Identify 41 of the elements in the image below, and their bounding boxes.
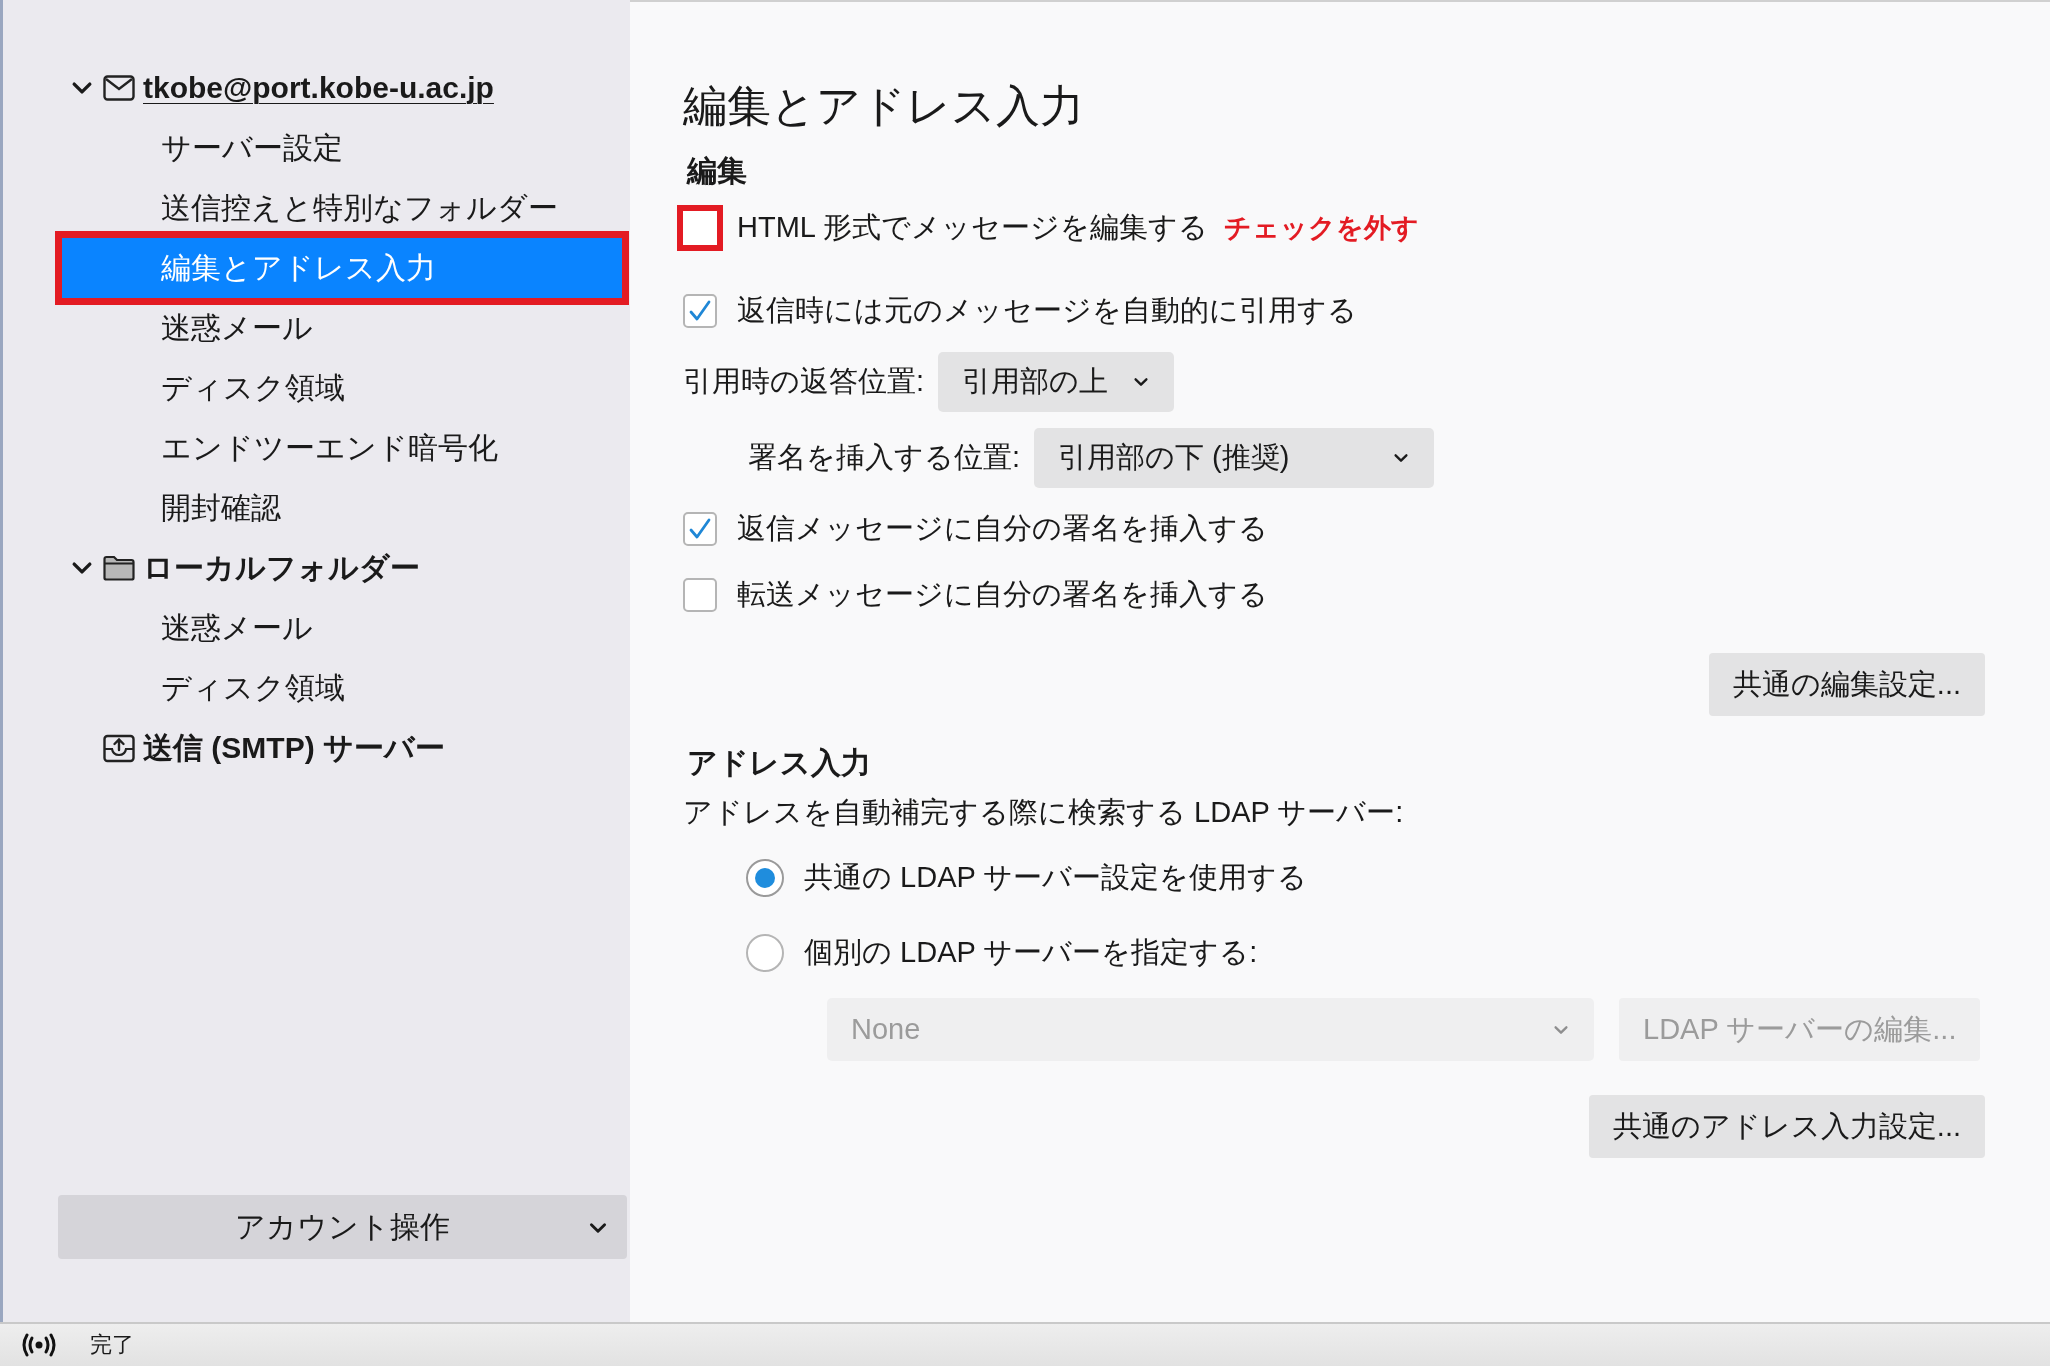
checkbox-label: 返信時には元のメッセージを自動的に引用する [737, 293, 1357, 328]
annotation-note: チェックを外す [1223, 212, 1419, 245]
sidebar-item[interactable]: 送信控えと特別なフォルダー [62, 178, 622, 238]
checkmark-icon [688, 517, 712, 541]
checkbox[interactable] [683, 578, 717, 612]
broadcast-icon [22, 1333, 56, 1357]
radio-label: 共通の LDAP サーバー設定を使用する [804, 860, 1308, 895]
radio-button[interactable] [746, 859, 784, 897]
sidebar-item[interactable]: 迷惑メール [62, 598, 622, 658]
sidebar-item[interactable]: エンドツーエンド暗号化 [62, 418, 622, 478]
section-description: アドレスを自動補完する際に検索する LDAP サーバー: [683, 795, 1405, 830]
envelope-icon [103, 75, 135, 101]
settings-button[interactable]: 共通のアドレス入力設定... [1588, 1095, 1985, 1158]
page-title: 編集とアドレス入力 [683, 79, 1085, 132]
checkbox-label: 転送メッセージに自分の署名を挿入する [737, 577, 1268, 612]
outbox-icon [103, 733, 135, 763]
dropdown[interactable]: 引用部の下 (推奨) [1034, 428, 1435, 488]
status-text: 完了 [90, 1331, 134, 1359]
radio-label: 個別の LDAP サーバーを指定する: [804, 935, 1258, 970]
dropdown[interactable]: 引用部の上 [938, 352, 1175, 412]
sidebar-item[interactable]: サーバー設定 [62, 118, 622, 178]
folder-icon [103, 555, 135, 581]
checkbox[interactable] [683, 512, 717, 546]
checkbox-label: HTML 形式でメッセージを編集する [737, 210, 1208, 245]
checkbox[interactable] [683, 294, 717, 328]
account-tree-item[interactable]: ローカルフォルダー [143, 547, 420, 589]
settings-button[interactable]: 共通の編集設定... [1708, 653, 1985, 716]
section-heading: アドレス入力 [687, 744, 872, 781]
sidebar-item[interactable]: ディスク領域 [62, 358, 622, 418]
sidebar-item[interactable]: 開封確認 [62, 478, 622, 538]
checkbox-label: 返信メッセージに自分の署名を挿入する [737, 511, 1268, 546]
account-tree-item[interactable]: tkobe@port.kobe-u.ac.jp [143, 71, 494, 105]
checkmark-icon [688, 299, 712, 323]
account-actions-button[interactable]: アカウント操作 [58, 1195, 627, 1259]
radio-button[interactable] [746, 934, 784, 972]
sidebar-item[interactable]: 迷惑メール [62, 298, 622, 358]
dropdown-label: 引用時の返答位置: [683, 364, 925, 399]
dropdown-label: 署名を挿入する位置: [748, 440, 1021, 475]
section-heading: 編集 [687, 152, 748, 189]
sidebar-item[interactable]: ディスク領域 [62, 658, 622, 718]
account-tree-item[interactable]: 送信 (SMTP) サーバー [143, 727, 445, 769]
